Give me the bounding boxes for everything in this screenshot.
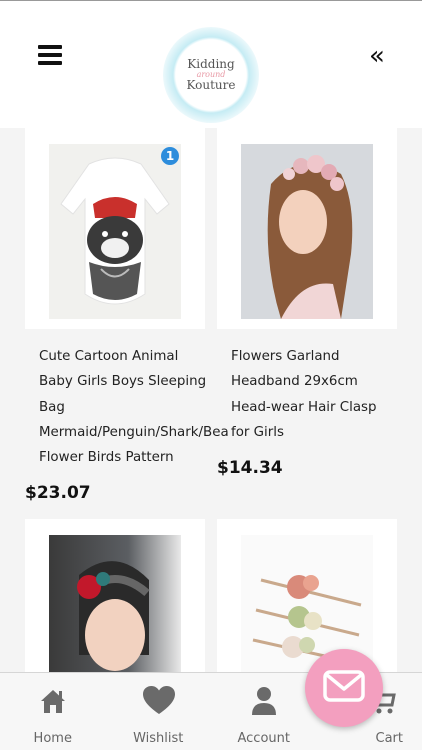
person-icon: [248, 685, 280, 717]
logo-line1: Kidding: [187, 57, 235, 72]
product-title-line: Flowers Garland: [231, 349, 340, 364]
product-title[interactable]: Flowers Garland Headband 29x6cm Head-wea…: [231, 344, 377, 445]
tab-account[interactable]: Account: [211, 673, 317, 750]
product-image-frame[interactable]: [217, 128, 397, 329]
tab-label: Cart: [375, 731, 404, 746]
hamburger-menu-icon[interactable]: [38, 45, 62, 65]
product-photo-romper: [49, 144, 181, 319]
home-icon: [37, 685, 69, 717]
product-price: $14.34: [217, 458, 283, 478]
product-title-line: Flower Birds Pattern: [39, 450, 174, 466]
product-title-line: Bag: [39, 399, 65, 415]
product-title-line: Headband 29x6cm: [231, 374, 358, 390]
heart-icon: [142, 685, 176, 717]
mail-icon: [323, 670, 365, 706]
logo-line3: Kouture: [186, 78, 236, 93]
product-title-line: for Girls: [231, 424, 284, 440]
product-title[interactable]: Cute Cartoon Animal Baby Girls Boys Slee…: [39, 344, 229, 470]
product-card[interactable]: 1 Cute Cartoon Animal Baby Girls Boys Sl…: [25, 128, 229, 503]
product-title-line: Cute Cartoon Animal: [39, 349, 179, 364]
tab-label: Home: [33, 731, 72, 746]
product-title-line: Mermaid/Penguin/Shark/Bea: [39, 424, 229, 440]
tab-wishlist[interactable]: Wishlist: [106, 673, 212, 750]
tab-label: Account: [237, 731, 291, 746]
product-title-line: Baby Girls Boys Sleeping: [39, 374, 207, 390]
double-chevron-left-icon[interactable]: «: [366, 41, 388, 71]
tab-home[interactable]: Home: [0, 673, 106, 750]
product-photo-headband: [241, 144, 373, 319]
tab-label: Wishlist: [133, 731, 184, 746]
app-header: Kidding around Kouture «: [0, 0, 422, 128]
product-image-frame[interactable]: 1: [25, 128, 205, 329]
new-count-badge: 1: [161, 147, 179, 165]
product-price: $23.07: [25, 483, 91, 503]
contact-mail-button[interactable]: [305, 649, 383, 727]
brand-logo[interactable]: Kidding around Kouture: [163, 27, 259, 123]
product-title-line: Head-wear Hair Clasp: [231, 399, 377, 415]
product-card[interactable]: Flowers Garland Headband 29x6cm Head-wea…: [217, 128, 397, 478]
